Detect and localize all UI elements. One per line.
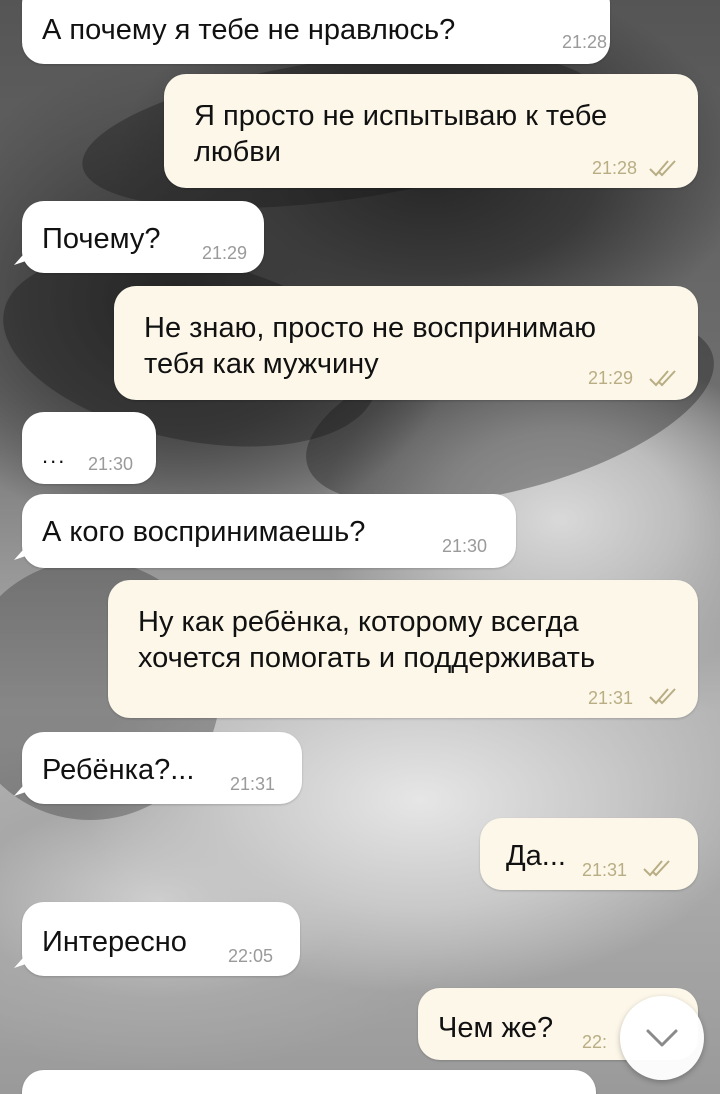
message-outgoing[interactable]: Ну как ребёнка, которому всегда хочется … xyxy=(108,580,698,718)
message-time: 21:28 xyxy=(562,32,608,52)
message-text: А почему я тебе не нравлюсь? xyxy=(42,14,456,46)
message-incoming[interactable]: Ребёнка?... 21:31 xyxy=(14,732,302,804)
message-time: 21:31 xyxy=(230,774,276,794)
message-incoming[interactable]: ... 21:30 xyxy=(22,412,156,484)
message-text: Ну как ребёнка, которому всегда хочется … xyxy=(138,606,596,674)
message-time: 21:29 xyxy=(202,243,248,263)
message-incoming[interactable]: А почему я тебе не нравлюсь? 21:28 xyxy=(22,0,610,64)
message-time: 21:31 xyxy=(582,860,628,880)
message-time: 21:30 xyxy=(88,454,134,474)
message-outgoing[interactable]: Да... 21:31 xyxy=(480,818,698,890)
message-incoming-partial[interactable] xyxy=(22,1070,596,1094)
read-check-icon xyxy=(649,370,676,387)
message-outgoing[interactable]: Я просто не испытываю к тебе любви 21:28 xyxy=(164,74,698,188)
message-text: А кого воспринимаешь? xyxy=(42,516,366,548)
message-incoming[interactable]: Почему? 21:29 xyxy=(14,201,264,273)
message-incoming[interactable]: Интересно 22:05 xyxy=(14,902,300,976)
read-check-icon xyxy=(649,160,676,177)
message-time: 21:30 xyxy=(442,536,488,556)
read-check-icon xyxy=(643,860,670,877)
message-incoming[interactable]: А кого воспринимаешь? 21:30 xyxy=(14,494,516,568)
message-time: 21:29 xyxy=(588,368,634,388)
message-outgoing[interactable]: Не знаю, просто не воспринимаю тебя как … xyxy=(114,286,698,400)
read-check-icon xyxy=(649,688,676,705)
message-time: 21:28 xyxy=(592,158,638,178)
chevron-down-icon xyxy=(646,1029,678,1047)
message-time: 21:31 xyxy=(588,688,634,708)
message-list[interactable]: А почему я тебе не нравлюсь? 21:28 Я про… xyxy=(0,0,720,1094)
message-time: 22: xyxy=(582,1032,608,1052)
message-time: 22:05 xyxy=(228,946,274,966)
scroll-to-bottom-button[interactable] xyxy=(620,996,704,1080)
